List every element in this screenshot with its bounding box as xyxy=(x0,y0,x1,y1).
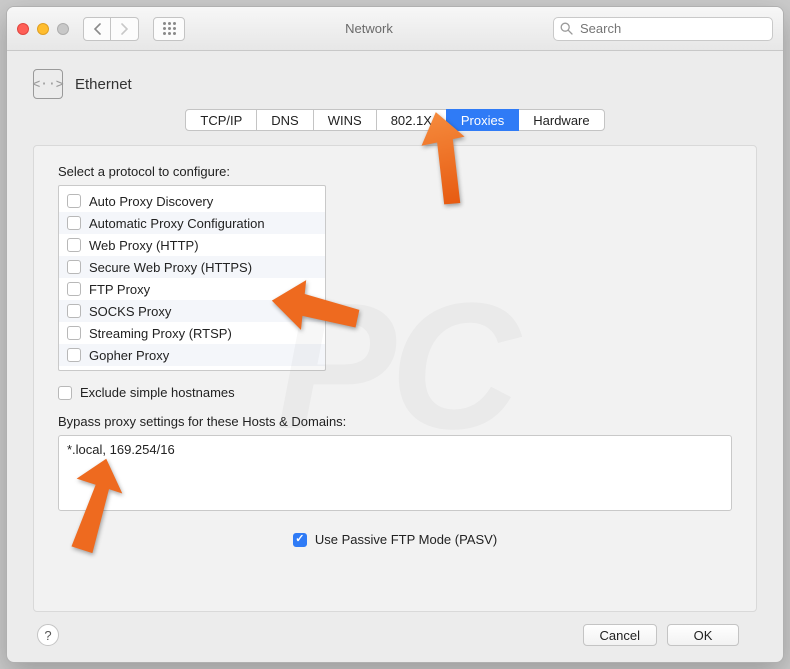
interface-name: Ethernet xyxy=(75,76,132,93)
protocol-label: Secure Web Proxy (HTTPS) xyxy=(89,260,252,275)
protocol-item[interactable]: Streaming Proxy (RTSP) xyxy=(59,322,325,344)
proxies-pane: Select a protocol to configure: Auto Pro… xyxy=(33,145,757,612)
search-input[interactable] xyxy=(553,17,773,41)
tab-wins[interactable]: WINS xyxy=(313,109,377,131)
interface-header: <··> Ethernet xyxy=(33,69,757,99)
ok-button[interactable]: OK xyxy=(667,624,739,646)
protocol-item[interactable]: Gopher Proxy xyxy=(59,344,325,366)
protocol-checkbox[interactable] xyxy=(67,348,81,362)
grid-icon xyxy=(163,22,176,35)
close-icon[interactable] xyxy=(17,23,29,35)
protocol-label: Gopher Proxy xyxy=(89,348,169,363)
tab-bar: TCP/IPDNSWINS802.1XProxiesHardware xyxy=(33,109,757,131)
tab-tcpip[interactable]: TCP/IP xyxy=(185,109,257,131)
tab-proxies[interactable]: Proxies xyxy=(446,109,519,131)
zoom-icon xyxy=(57,23,69,35)
protocol-checkbox[interactable] xyxy=(67,326,81,340)
forward-button[interactable] xyxy=(111,17,139,41)
exclude-checkbox[interactable] xyxy=(58,386,72,400)
pasv-label: Use Passive FTP Mode (PASV) xyxy=(315,532,497,547)
window: Network PC <··> Ethernet TCP/IPDNSWINS80… xyxy=(6,6,784,663)
pasv-checkbox[interactable] xyxy=(293,533,307,547)
footer: ? Cancel OK xyxy=(33,612,757,646)
exclude-row[interactable]: Exclude simple hostnames xyxy=(58,385,732,400)
exclude-label: Exclude simple hostnames xyxy=(80,385,235,400)
protocol-item[interactable]: Automatic Proxy Configuration xyxy=(59,212,325,234)
cancel-button[interactable]: Cancel xyxy=(583,624,657,646)
minimize-icon[interactable] xyxy=(37,23,49,35)
chevron-right-icon xyxy=(120,23,129,35)
body: PC <··> Ethernet TCP/IPDNSWINS802.1XProx… xyxy=(7,51,783,662)
protocol-label: Streaming Proxy (RTSP) xyxy=(89,326,232,341)
pasv-row[interactable]: Use Passive FTP Mode (PASV) xyxy=(58,532,732,547)
help-button[interactable]: ? xyxy=(37,624,59,646)
protocol-label: FTP Proxy xyxy=(89,282,150,297)
tab-dns[interactable]: DNS xyxy=(256,109,313,131)
protocol-checkbox[interactable] xyxy=(67,282,81,296)
protocol-checkbox[interactable] xyxy=(67,260,81,274)
protocol-label: SOCKS Proxy xyxy=(89,304,171,319)
window-controls xyxy=(17,23,69,35)
protocol-item[interactable]: Secure Web Proxy (HTTPS) xyxy=(59,256,325,278)
outer-frame: Network PC <··> Ethernet TCP/IPDNSWINS80… xyxy=(0,0,790,669)
protocol-item[interactable]: SOCKS Proxy xyxy=(59,300,325,322)
bypass-field[interactable] xyxy=(58,435,732,511)
chevron-left-icon xyxy=(93,23,102,35)
show-all-button[interactable] xyxy=(153,17,185,41)
protocol-item[interactable]: FTP Proxy xyxy=(59,278,325,300)
protocol-checkbox[interactable] xyxy=(67,304,81,318)
protocol-label: Select a protocol to configure: xyxy=(58,164,732,179)
search-wrap xyxy=(553,17,773,41)
tab-hardware[interactable]: Hardware xyxy=(518,109,604,131)
protocol-checkbox[interactable] xyxy=(67,216,81,230)
ethernet-icon: <··> xyxy=(33,69,63,99)
protocol-checkbox[interactable] xyxy=(67,238,81,252)
bypass-label: Bypass proxy settings for these Hosts & … xyxy=(58,414,732,429)
titlebar: Network xyxy=(7,7,783,51)
protocol-item[interactable]: Web Proxy (HTTP) xyxy=(59,234,325,256)
window-title: Network xyxy=(193,21,545,36)
protocol-checkbox[interactable] xyxy=(67,194,81,208)
protocol-list[interactable]: Auto Proxy Discovery Automatic Proxy Conf… xyxy=(58,185,326,371)
protocol-label: Web Proxy (HTTP) xyxy=(89,238,199,253)
back-button[interactable] xyxy=(83,17,111,41)
search-icon xyxy=(560,22,573,38)
protocol-label: Automatic Proxy Configuration xyxy=(89,216,265,231)
protocol-label: Auto Proxy Discovery xyxy=(89,194,213,209)
tab-8021x[interactable]: 802.1X xyxy=(376,109,447,131)
nav-buttons xyxy=(83,17,139,41)
protocol-item[interactable]: Auto Proxy Discovery xyxy=(59,190,325,212)
